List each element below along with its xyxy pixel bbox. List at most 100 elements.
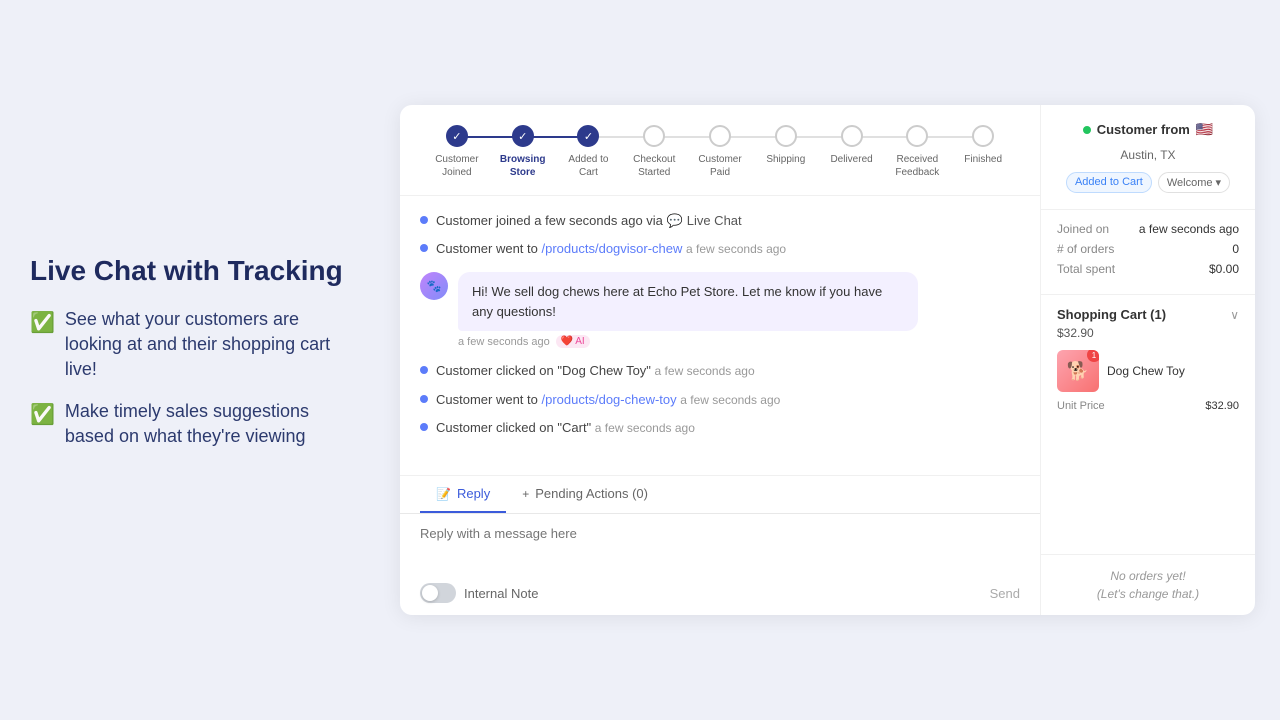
cart-header: Shopping Cart (1) ∨ — [1057, 307, 1239, 322]
agent-message: 🐾 Hi! We sell dog chews here at Echo Pet… — [420, 272, 1020, 348]
activity-time-4: a few seconds ago — [680, 393, 780, 407]
message-meta: a few seconds ago ❤️ AI — [458, 335, 918, 348]
activity-navigate-1: Customer went to /products/dogvisor-chew… — [420, 240, 1020, 258]
toggle-container: Internal Note — [420, 583, 538, 603]
activity-dot-1 — [420, 216, 428, 224]
tag-welcome-label: Welcome — [1167, 177, 1213, 189]
check-icon-2: ✅ — [30, 401, 55, 429]
step-circle-5 — [709, 125, 731, 147]
feature-text-2: Make timely sales suggestions based on w… — [65, 399, 350, 449]
cart-total: $32.90 — [1057, 326, 1239, 340]
step-circle-1: ✓ — [446, 125, 468, 147]
sidebar-header: Customer from 🇺🇸 Austin, TX Added to Car… — [1041, 105, 1255, 210]
activity-click-1: Customer clicked on "Dog Chew Toy" a few… — [420, 362, 1020, 380]
chat-bubble-icon: 💬 — [667, 212, 683, 230]
live-chat-badge: 💬 Live Chat — [667, 212, 742, 230]
activity-time-1: a few seconds ago — [686, 242, 786, 256]
shopping-cart-section: Shopping Cart (1) ∨ $32.90 🐕 1 Dog Chew … — [1041, 295, 1255, 555]
activity-text-click-2: Customer clicked on "Cart" a few seconds… — [436, 419, 1020, 437]
ai-badge: ❤️ AI — [556, 335, 590, 348]
stat-joined-label: Joined on — [1057, 222, 1109, 236]
toggle-label: Internal Note — [464, 586, 538, 601]
feature-list: ✅ See what your customers are looking at… — [30, 307, 350, 449]
step-finished: Finished — [950, 125, 1016, 166]
activity-link-2[interactable]: /products/dog-chew-toy — [542, 392, 677, 407]
step-circle-4 — [643, 125, 665, 147]
activity-text-navigate-1: Customer went to /products/dogvisor-chew… — [436, 240, 1020, 258]
step-customer-paid: CustomerPaid — [687, 125, 753, 179]
orders-section: No orders yet! (Let's change that.) — [1041, 555, 1255, 615]
tab-pending[interactable]: + Pending Actions (0) — [506, 476, 664, 513]
stat-orders-label: # of orders — [1057, 242, 1114, 256]
step-circle-3: ✓ — [577, 125, 599, 147]
reply-tabs: 📝 Reply + Pending Actions (0) — [400, 475, 1040, 514]
step-label-3: Added toCart — [568, 153, 608, 179]
stat-spent-value: $0.00 — [1209, 262, 1239, 276]
cart-item-quantity-badge: 1 — [1087, 350, 1099, 362]
cart-title: Shopping Cart (1) — [1057, 307, 1166, 322]
toggle-knob — [422, 585, 438, 601]
cart-item-image: 🐕 1 — [1057, 350, 1099, 392]
step-label-4: CheckoutStarted — [633, 153, 675, 179]
agent-message-content: Hi! We sell dog chews here at Echo Pet S… — [458, 272, 918, 348]
step-browsing-store: ✓ BrowsingStore — [490, 125, 556, 179]
step-label-1: CustomerJoined — [435, 153, 478, 179]
cart-item-1: 🐕 1 Dog Chew Toy — [1057, 350, 1239, 392]
step-label-8: ReceivedFeedback — [895, 153, 939, 179]
feature-item-2: ✅ Make timely sales suggestions based on… — [30, 399, 350, 449]
activity-dot-5 — [420, 423, 428, 431]
tab-pending-label: Pending Actions (0) — [535, 486, 648, 501]
tag-welcome[interactable]: Welcome ▾ — [1158, 172, 1230, 193]
message-bubble: Hi! We sell dog chews here at Echo Pet S… — [458, 272, 918, 331]
tab-reply[interactable]: 📝 Reply — [420, 476, 506, 513]
tab-reply-label: Reply — [457, 486, 490, 501]
cart-item-info: Dog Chew Toy — [1107, 364, 1185, 378]
chat-messages[interactable]: Customer joined a few seconds ago via 💬 … — [400, 196, 1040, 475]
stat-spent-label: Total spent — [1057, 262, 1115, 276]
stat-spent: Total spent $0.00 — [1057, 262, 1239, 276]
flag-icon: 🇺🇸 — [1196, 121, 1213, 138]
step-received-feedback: ReceivedFeedback — [884, 125, 950, 179]
customer-city: Austin, TX — [1057, 148, 1239, 162]
cart-expand-icon[interactable]: ∨ — [1230, 308, 1239, 322]
activity-time-5: a few seconds ago — [595, 421, 695, 435]
activity-navigate-2: Customer went to /products/dog-chew-toy … — [420, 391, 1020, 409]
customer-from-label: Customer from — [1097, 122, 1190, 137]
live-chat-label: Live Chat — [687, 212, 742, 230]
agent-avatar: 🐾 — [420, 272, 448, 300]
plus-icon: + — [522, 487, 529, 501]
bottom-bar: Internal Note Send — [400, 575, 1040, 615]
activity-joined: Customer joined a few seconds ago via 💬 … — [420, 212, 1020, 230]
send-button[interactable]: Send — [990, 586, 1020, 601]
stat-orders-value: 0 — [1232, 242, 1239, 256]
step-label-7: Delivered — [830, 153, 872, 166]
chat-window: ✓ CustomerJoined ✓ BrowsingStore ✓ Added… — [400, 105, 1255, 615]
no-orders-text: No orders yet! (Let's change that.) — [1057, 567, 1239, 603]
step-delivered: Delivered — [819, 125, 885, 166]
activity-dot-3 — [420, 366, 428, 374]
unit-price-value: $32.90 — [1205, 400, 1239, 412]
hero-title: Live Chat with Tracking — [30, 255, 350, 287]
tag-added-to-cart: Added to Cart — [1066, 172, 1152, 193]
right-sidebar: Customer from 🇺🇸 Austin, TX Added to Car… — [1040, 105, 1255, 615]
reply-input[interactable] — [420, 526, 1020, 562]
chevron-down-icon: ▾ — [1216, 176, 1222, 189]
reply-icon: 📝 — [436, 487, 451, 501]
main-panel: ✓ CustomerJoined ✓ BrowsingStore ✓ Added… — [390, 0, 1280, 720]
step-label-6: Shipping — [766, 153, 805, 166]
unit-price-label: Unit Price — [1057, 400, 1105, 412]
message-time: a few seconds ago — [458, 336, 550, 348]
step-customer-joined: ✓ CustomerJoined — [424, 125, 490, 179]
step-shipping: Shipping — [753, 125, 819, 166]
reply-area — [400, 514, 1040, 575]
activity-click-2: Customer clicked on "Cart" a few seconds… — [420, 419, 1020, 437]
steps-container: ✓ CustomerJoined ✓ BrowsingStore ✓ Added… — [424, 125, 1016, 179]
step-circle-7 — [841, 125, 863, 147]
step-label-5: CustomerPaid — [698, 153, 741, 179]
step-circle-8 — [906, 125, 928, 147]
activity-link-1[interactable]: /products/dogvisor-chew — [542, 241, 683, 256]
internal-note-toggle[interactable] — [420, 583, 456, 603]
progress-bar: ✓ CustomerJoined ✓ BrowsingStore ✓ Added… — [400, 105, 1040, 196]
step-label-9: Finished — [964, 153, 1002, 166]
activity-text-joined: Customer joined a few seconds ago via 💬 … — [436, 212, 1020, 230]
